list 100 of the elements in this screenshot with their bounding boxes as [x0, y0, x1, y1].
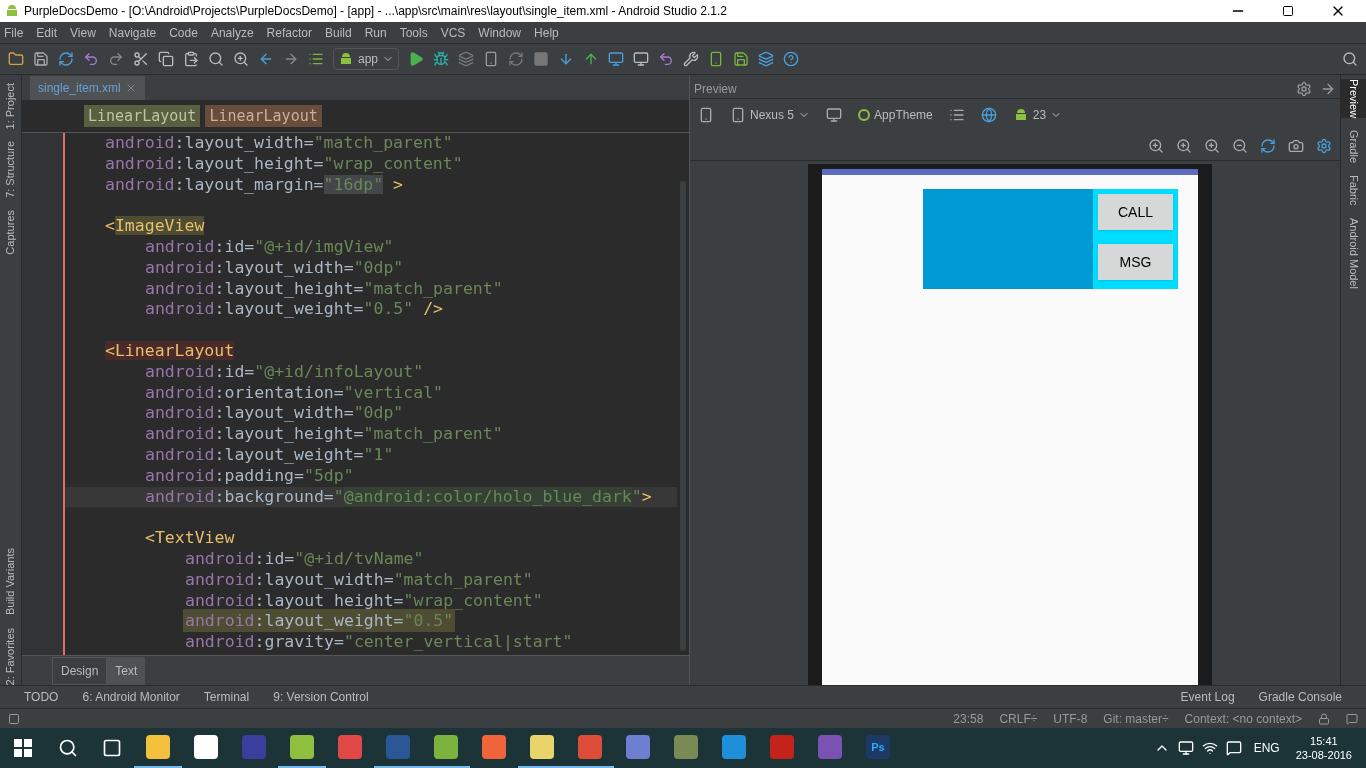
menu-item[interactable]: View	[70, 23, 96, 42]
cut-icon[interactable]	[133, 51, 149, 67]
orientation-icon[interactable]	[826, 107, 843, 123]
paste-icon[interactable]	[183, 51, 199, 67]
menu-item[interactable]: Edit	[36, 23, 58, 42]
stop-icon[interactable]	[533, 51, 550, 67]
android-icon	[338, 51, 354, 67]
tool-window-button[interactable]: Gradle Console	[1258, 688, 1342, 706]
code-line: android:layout_width="0dp"	[144, 403, 404, 425]
file-encoding[interactable]: UTF-8	[1053, 709, 1088, 728]
breadcrumb[interactable]: LinearLayout	[205, 104, 322, 128]
code-line: android:padding="5dp"	[144, 465, 354, 487]
clock[interactable]: 15:41 23-08-2016	[1287, 734, 1360, 762]
menu-item[interactable]: VCS	[440, 23, 466, 42]
search-icon[interactable]	[1342, 51, 1358, 67]
locale-icon[interactable]	[980, 107, 997, 123]
tool-window-button[interactable]: Terminal	[203, 688, 250, 706]
menu-item[interactable]: Navigate	[108, 23, 157, 42]
tool-window-tab[interactable]: Fabric	[1341, 175, 1366, 206]
taskbar-app[interactable]: Ps	[854, 728, 902, 768]
phone-icon	[730, 107, 746, 123]
debug-icon[interactable]	[433, 51, 450, 67]
refresh-icon[interactable]	[1260, 137, 1276, 154]
caret-position[interactable]: 23:58	[953, 709, 984, 728]
menu-item[interactable]: Refactor	[266, 23, 312, 42]
notification-icon[interactable]	[1225, 740, 1242, 756]
forward-icon[interactable]	[283, 51, 299, 67]
breadcrumb[interactable]: LinearLayout	[84, 104, 201, 128]
structure-icon[interactable]	[683, 51, 700, 67]
tool-window-button[interactable]: TODO	[24, 688, 59, 706]
activity-icon[interactable]	[948, 107, 965, 123]
layers-icon[interactable]	[758, 51, 775, 67]
menu-item[interactable]: Code	[169, 23, 198, 42]
language-indicator[interactable]: ENG	[1253, 739, 1280, 757]
design-device-icon[interactable]	[698, 107, 714, 123]
settings-icon[interactable]	[1316, 137, 1332, 154]
tool-window-button[interactable]: Event Log	[1180, 688, 1235, 706]
action-button[interactable]: CALL	[1098, 194, 1173, 230]
menu-item[interactable]: Window	[478, 23, 522, 42]
search-icon[interactable]	[208, 51, 224, 67]
search-icon[interactable]	[58, 738, 78, 758]
back-icon[interactable]	[258, 51, 274, 67]
tool-window-button[interactable]: 6: Android Monitor	[82, 688, 180, 706]
wifi-icon[interactable]	[1201, 740, 1218, 756]
menu-item[interactable]: Build	[324, 23, 352, 42]
run-config-dropdown[interactable]: app	[333, 48, 400, 70]
git-branch[interactable]: Git: master÷	[1103, 709, 1169, 728]
code-line: <ImageView	[104, 216, 205, 237]
code-line: android:layout_height="wrap_content"	[104, 153, 463, 175]
tool-window-tab[interactable]: 1: Project	[2, 83, 19, 130]
menu-item[interactable]: Run	[364, 23, 387, 42]
context-indicator: Context: <no context>	[1184, 710, 1302, 728]
panel-toggle-icon[interactable]	[8, 712, 20, 725]
help-icon[interactable]	[783, 51, 800, 67]
menu-item[interactable]: File	[4, 23, 24, 42]
tool-window-tab[interactable]: Captures	[2, 210, 19, 255]
device-dropdown[interactable]: Nexus 5	[730, 106, 811, 124]
tool-window-tab[interactable]: Build Variants	[2, 548, 19, 616]
menu-item[interactable]: Help	[534, 23, 559, 42]
file-tab[interactable]: single_item.xml	[30, 76, 145, 100]
zoom-in-icon[interactable]	[1204, 137, 1220, 154]
undo-icon[interactable]	[83, 51, 99, 67]
api-level-dropdown[interactable]: 23	[1012, 106, 1063, 124]
revert-icon[interactable]	[658, 51, 675, 67]
action-button[interactable]: MSG	[1098, 244, 1173, 280]
maximize-icon[interactable]	[1282, 5, 1294, 17]
code-line: android:layout_width="0dp"	[144, 257, 404, 279]
code-line: android:id="@+id/tvName"	[184, 548, 424, 570]
lock-icon[interactable]	[1318, 712, 1330, 725]
rerun-icon[interactable]	[508, 51, 525, 67]
window-title: PurpleDocsDemo - [O:\Android\Projects\PurpleDocsDemo] - [app] - ...\app\src\main\res\layout\single_item.xml - Android Studio 2.1.2	[24, 3, 727, 20]
save-icon[interactable]	[33, 51, 49, 67]
code-line: android:layout_width="match_parent"	[104, 133, 453, 154]
theme-dropdown[interactable]: AppTheme	[858, 106, 933, 124]
tool-window-tab[interactable]: 2: Favorites	[2, 627, 19, 685]
settings-icon[interactable]	[1296, 80, 1312, 97]
tool-window-tab[interactable]: 7: Structure	[2, 141, 19, 199]
line-separator[interactable]: CRLF÷	[999, 709, 1038, 728]
code-line: android:layout_width="match_parent"	[184, 569, 533, 591]
run-icon[interactable]	[408, 51, 425, 67]
zoom-out-icon[interactable]	[1232, 137, 1248, 154]
copy-icon[interactable]	[158, 51, 174, 67]
folder-icon[interactable]	[8, 51, 24, 67]
inspector-icon[interactable]	[1346, 712, 1358, 725]
menu-item[interactable]: Analyze	[210, 23, 254, 42]
sync-icon[interactable]	[58, 51, 74, 67]
android-icon	[4, 3, 20, 19]
tool-window-button[interactable]: 9: Version Control	[273, 688, 369, 706]
code-line: android:layout_margin="16dp" >	[104, 174, 404, 196]
editor-view-tab[interactable]: Design	[52, 657, 108, 685]
menu-item[interactable]: Tools	[399, 23, 428, 42]
tool-window-tab[interactable]: Preview	[1341, 79, 1366, 119]
code-line: <TextView	[144, 528, 235, 549]
tool-window-tab[interactable]: Gradle	[1341, 130, 1366, 164]
tool-window-tab[interactable]: Android Model	[1341, 217, 1366, 289]
editor-view-tab[interactable]: Text	[107, 657, 146, 685]
camera-icon[interactable]	[1288, 137, 1304, 154]
redo-icon[interactable]	[108, 51, 124, 67]
code-line: android:layout_weight="1"	[144, 444, 394, 466]
task-view-icon[interactable]	[102, 738, 122, 758]
